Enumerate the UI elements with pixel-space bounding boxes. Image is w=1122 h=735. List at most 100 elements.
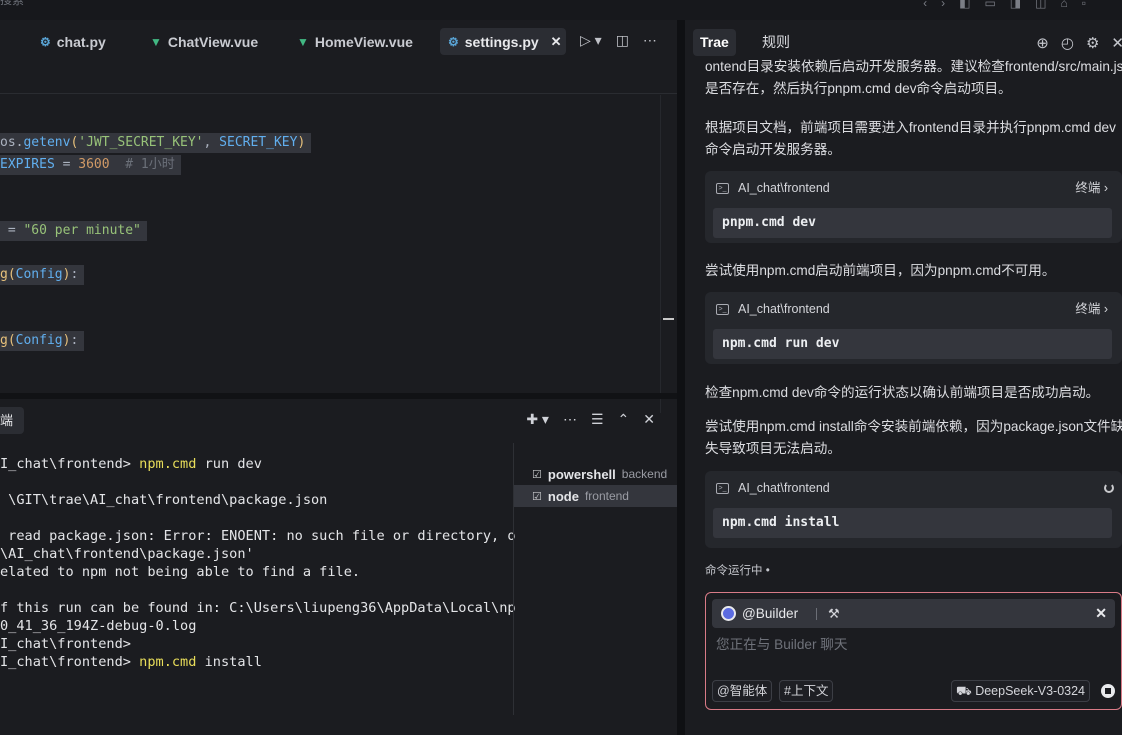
- context-button[interactable]: #上下文: [779, 680, 834, 702]
- divider: [816, 608, 817, 620]
- terminal-session-icon: ☑: [532, 468, 542, 481]
- terminal-icon: >_: [716, 303, 729, 315]
- code-token: 'JWT_SECRET_KEY': [78, 135, 204, 150]
- split-editor-icon[interactable]: ◫: [616, 32, 629, 49]
- more-icon[interactable]: ⋯: [563, 411, 577, 428]
- close-panel-icon[interactable]: ✕: [643, 411, 655, 428]
- close-tab-icon[interactable]: ✕: [551, 34, 562, 50]
- terminal-line: I_chat\frontend> npm.cmd install: [0, 653, 262, 671]
- command-card-header: >_ AI_chat\frontend: [705, 471, 1122, 505]
- session-name: powershell: [547, 466, 616, 482]
- new-chat-icon[interactable]: ⊕: [1036, 34, 1049, 52]
- stop-button[interactable]: [1101, 684, 1115, 698]
- terminal-line: elated to npm not being able to find a f…: [0, 563, 360, 581]
- tab-label: ChatView.vue: [167, 33, 259, 50]
- message-line: 失导致项目无法启动。: [705, 441, 841, 456]
- command-text: pnpm.cmd dev: [713, 208, 1112, 238]
- tab-trae[interactable]: Trae: [693, 29, 736, 56]
- terminal-line: \AI_chat\frontend\package.json': [0, 545, 254, 563]
- account-icon[interactable]: ⌂: [1060, 0, 1067, 10]
- terminal-text: install: [196, 654, 262, 670]
- code-editor[interactable]: os.getenv('JWT_SECRET_KEY', SECRET_KEY) …: [0, 95, 660, 413]
- back-icon[interactable]: ‹: [923, 0, 927, 10]
- code-line: = "60 per minute": [0, 221, 147, 241]
- window-controls: ‹ › ◧ ▭ ◨ ◫ ⌂ ▫: [923, 0, 1086, 10]
- code-token: Config: [15, 333, 63, 348]
- minimize-icon[interactable]: ▫: [1082, 0, 1086, 10]
- terminal-text: run dev: [196, 456, 262, 472]
- loading-spinner-icon: [1104, 483, 1114, 493]
- editor-pane: ⚙ chat.py ▼ ChatView.vue ▼ HomeView.vue …: [0, 20, 677, 735]
- search-box-fragment[interactable]: 搜索: [0, 0, 24, 8]
- terminal-header: 端 ✚ ▾ ⋯ ☰ ⌃ ✕: [0, 399, 677, 443]
- history-icon[interactable]: ◴: [1061, 34, 1074, 52]
- editor-toolbar: ▷ ▾ ◫ ⋯: [580, 32, 657, 49]
- command-path: AI_chat\frontend: [738, 181, 830, 195]
- terminal-session-node[interactable]: ☑ node frontend: [514, 485, 677, 507]
- running-status: 命令运行中 •: [705, 565, 770, 577]
- run-icon[interactable]: ▷ ▾: [580, 32, 602, 49]
- chat-message: 根据项目文档，前端项目需要进入frontend目录并执行pnpm.cmd dev…: [705, 117, 1122, 161]
- command-card-header: >_ AI_chat\frontend 终端 ›: [705, 292, 1122, 326]
- more-icon[interactable]: ⋯: [643, 32, 657, 49]
- terminal-icon: >_: [716, 182, 729, 194]
- command-card: >_ AI_chat\frontend 终端 › npm.cmd run dev: [705, 292, 1122, 364]
- tab-label: HomeView.vue: [314, 33, 413, 50]
- chat-input-box[interactable]: @Builder ⚒ ✕ 您正在与 Builder 聊天 @智能体 #上下文 ⛟…: [705, 592, 1122, 710]
- code-token: =: [0, 223, 24, 238]
- message-line: 根据项目文档，前端项目需要进入frontend目录并执行pnpm.cmd dev: [705, 120, 1116, 135]
- chat-message: 尝试使用npm.cmd install命令安装前端依赖，因为package.js…: [705, 416, 1122, 460]
- terminal-session-icon: ☑: [532, 490, 542, 503]
- maximize-panel-icon[interactable]: ⌃: [618, 411, 630, 428]
- hammer-icon[interactable]: ⚒: [828, 599, 840, 628]
- session-sub: backend: [621, 467, 668, 481]
- terminal-line: I_chat\frontend>: [0, 635, 131, 653]
- layout-bottom-icon[interactable]: ▭: [984, 0, 995, 10]
- editor-scrollbar[interactable]: [660, 95, 677, 413]
- agent-chip: @Builder ⚒ ✕: [712, 599, 1115, 628]
- terminal-session-powershell[interactable]: ☑ powershell backend: [514, 463, 677, 485]
- model-select[interactable]: ⛟ DeepSeek-V3-0324: [951, 680, 1090, 702]
- code-line: g(Config):: [0, 265, 85, 285]
- agent-button[interactable]: @智能体: [712, 680, 773, 702]
- add-terminal-icon[interactable]: ✚ ▾: [526, 411, 549, 428]
- title-bar: 搜索 ‹ › ◧ ▭ ◨ ◫ ⌂ ▫: [0, 0, 1122, 20]
- settings-sliders-icon[interactable]: ☰: [591, 411, 604, 428]
- terminal-output[interactable]: I_chat\frontend> npm.cmd run dev \GIT\tr…: [0, 443, 516, 715]
- code-token: =: [54, 157, 79, 172]
- code-line: os.getenv('JWT_SECRET_KEY', SECRET_KEY): [0, 133, 312, 153]
- code-token: :: [70, 267, 79, 282]
- session-name: node: [547, 488, 579, 504]
- open-terminal-link[interactable]: 终端 ›: [1075, 292, 1108, 326]
- code-token: ,: [203, 135, 220, 150]
- tab-rules[interactable]: 规则: [755, 29, 797, 56]
- tab-settings-py[interactable]: ⚙ settings.py ✕: [440, 28, 566, 55]
- command-card-header: >_ AI_chat\frontend 终端 ›: [705, 171, 1122, 205]
- forward-icon[interactable]: ›: [941, 0, 945, 10]
- remove-agent-icon[interactable]: ✕: [1095, 599, 1107, 628]
- pane-gutter[interactable]: [677, 20, 685, 735]
- open-terminal-link[interactable]: 终端 ›: [1075, 171, 1108, 205]
- tab-chatview-vue[interactable]: ▼ ChatView.vue: [142, 28, 266, 55]
- command-text: npm.cmd install: [713, 508, 1112, 538]
- close-icon[interactable]: ✕: [1111, 34, 1122, 52]
- breadcrumb: [0, 66, 677, 94]
- tab-homeview-vue[interactable]: ▼ HomeView.vue: [289, 28, 421, 55]
- model-icon: ⛟: [956, 684, 976, 698]
- terminal-text: f this run can be found in: C:\Users\liu…: [0, 600, 516, 616]
- message-line: 命令启动开发服务器。: [705, 142, 841, 157]
- layout-right-icon[interactable]: ◨: [1010, 0, 1021, 10]
- terminal-command: npm.cmd: [139, 654, 197, 670]
- terminal-text: \GIT\trae\AI_chat\frontend\package.json: [0, 492, 328, 508]
- terminal-text: 0_41_36_194Z-debug-0.log: [0, 618, 197, 634]
- code-token: Config: [15, 267, 63, 282]
- tab-label: settings.py: [464, 33, 539, 50]
- gear-icon[interactable]: ⚙: [1086, 34, 1099, 52]
- terminal-text: I_chat\frontend>: [0, 636, 131, 652]
- layout-left-icon[interactable]: ◧: [959, 0, 970, 10]
- layout-grid-icon[interactable]: ◫: [1035, 0, 1046, 10]
- message-line: ontend目录安装依赖后启动开发服务器。建议检查frontend/src/ma…: [705, 59, 1122, 74]
- tab-chat-py[interactable]: ⚙ chat.py: [32, 28, 114, 55]
- chat-input-placeholder[interactable]: 您正在与 Builder 聊天: [716, 633, 847, 653]
- tab-terminal[interactable]: 端: [0, 407, 24, 434]
